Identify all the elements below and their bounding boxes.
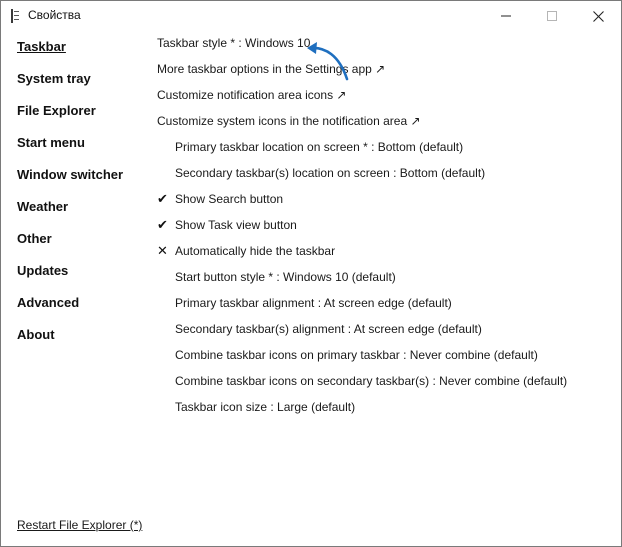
settings-list: Taskbar style * : Windows 10 More taskba… — [157, 35, 617, 425]
sidebar-nav: Taskbar System tray File Explorer Start … — [17, 39, 147, 359]
sidebar-item-taskbar[interactable]: Taskbar — [17, 39, 147, 71]
link-customize-notification-icons[interactable]: Customize notification area icons ↗ — [157, 87, 617, 113]
toggle-show-search-button[interactable]: ✔ Show Search button — [157, 191, 617, 217]
setting-label: Primary taskbar location on screen * : B… — [175, 140, 464, 154]
app-icon — [11, 9, 19, 23]
maximize-button[interactable] — [529, 1, 575, 31]
link-more-taskbar-options[interactable]: More taskbar options in the Settings app… — [157, 61, 617, 87]
sidebar-item-start-menu[interactable]: Start menu — [17, 135, 147, 167]
setting-label: Secondary taskbar(s) location on screen … — [175, 166, 486, 180]
sidebar-item-updates[interactable]: Updates — [17, 263, 147, 295]
sidebar-item-other[interactable]: Other — [17, 231, 147, 263]
setting-primary-taskbar-location[interactable]: Primary taskbar location on screen * : B… — [157, 139, 617, 165]
setting-label: Combine taskbar icons on secondary taskb… — [175, 374, 568, 388]
sidebar-item-window-switcher[interactable]: Window switcher — [17, 167, 147, 199]
sidebar-item-label: Updates — [17, 263, 69, 278]
link-customize-system-icons[interactable]: Customize system icons in the notificati… — [157, 113, 617, 139]
setting-label: Start button style * : Windows 10 (defau… — [175, 270, 396, 284]
sidebar-item-label: Other — [17, 231, 52, 246]
setting-label: Secondary taskbar(s) alignment : At scre… — [175, 322, 482, 336]
sidebar-item-label: Window switcher — [17, 167, 124, 182]
close-icon — [592, 10, 604, 22]
setting-combine-secondary-icons[interactable]: Combine taskbar icons on secondary taskb… — [157, 373, 617, 399]
sidebar-item-label: About — [17, 327, 55, 342]
setting-combine-primary-icons[interactable]: Combine taskbar icons on primary taskbar… — [157, 347, 617, 373]
sidebar-item-system-tray[interactable]: System tray — [17, 71, 147, 103]
sidebar-item-weather[interactable]: Weather — [17, 199, 147, 231]
setting-label: Taskbar style * : Windows 10 — [157, 36, 311, 50]
sidebar-item-about[interactable]: About — [17, 327, 147, 359]
annotation-arrow-icon — [307, 42, 349, 81]
setting-label: Automatically hide the taskbar — [175, 244, 336, 258]
properties-window: Свойства Taskbar System tray File Explor… — [0, 0, 622, 547]
title-bar[interactable]: Свойства — [1, 1, 621, 31]
setting-label: Show Search button — [175, 192, 284, 206]
sidebar-item-advanced[interactable]: Advanced — [17, 295, 147, 327]
setting-secondary-taskbar-location[interactable]: Secondary taskbar(s) location on screen … — [157, 165, 617, 191]
setting-taskbar-style[interactable]: Taskbar style * : Windows 10 — [157, 35, 617, 61]
minimize-icon — [501, 15, 511, 17]
sidebar-item-label: File Explorer — [17, 103, 96, 118]
close-button[interactable] — [575, 1, 621, 31]
checkmark-icon: ✔ — [157, 191, 168, 206]
checkmark-icon: ✔ — [157, 217, 168, 232]
setting-label: Taskbar icon size : Large (default) — [175, 400, 356, 414]
setting-start-button-style[interactable]: Start button style * : Windows 10 (defau… — [157, 269, 617, 295]
setting-label: Show Task view button — [175, 218, 297, 232]
setting-label: Customize notification area icons ↗ — [157, 88, 347, 102]
sidebar-item-label: System tray — [17, 71, 91, 86]
sidebar-item-label: Start menu — [17, 135, 85, 150]
window-title: Свойства — [28, 8, 81, 22]
sidebar-item-label: Weather — [17, 199, 69, 214]
setting-label: Combine taskbar icons on primary taskbar… — [175, 348, 538, 362]
sidebar-item-label: Advanced — [17, 295, 80, 310]
sidebar-item-file-explorer[interactable]: File Explorer — [17, 103, 147, 135]
maximize-icon — [547, 11, 557, 21]
toggle-show-task-view-button[interactable]: ✔ Show Task view button — [157, 217, 617, 243]
setting-label: Primary taskbar alignment : At screen ed… — [175, 296, 452, 310]
setting-taskbar-icon-size[interactable]: Taskbar icon size : Large (default) — [157, 399, 617, 425]
setting-primary-taskbar-alignment[interactable]: Primary taskbar alignment : At screen ed… — [157, 295, 617, 321]
restart-file-explorer-link[interactable]: Restart File Explorer (*) — [17, 518, 142, 532]
setting-secondary-taskbar-alignment[interactable]: Secondary taskbar(s) alignment : At scre… — [157, 321, 617, 347]
cross-icon: ✕ — [157, 243, 168, 258]
minimize-button[interactable] — [483, 1, 529, 31]
setting-label: Customize system icons in the notificati… — [157, 114, 421, 128]
toggle-auto-hide-taskbar[interactable]: ✕ Automatically hide the taskbar — [157, 243, 617, 269]
sidebar-item-label: Taskbar — [17, 39, 66, 54]
